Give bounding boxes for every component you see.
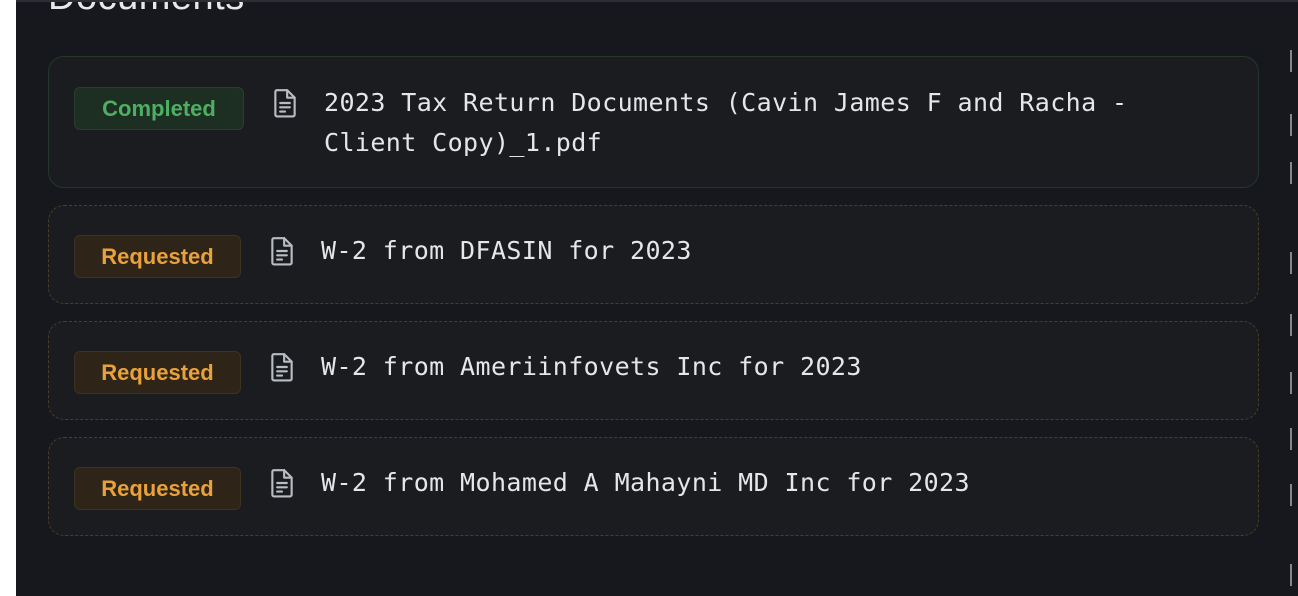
file-text-icon [271, 237, 293, 266]
documents-panel: Documents Completed 2023 Tax Return Docu… [16, 0, 1298, 596]
clipped-text-fragment [1290, 564, 1298, 586]
clipped-text-fragment [1290, 50, 1298, 72]
document-title[interactable]: W-2 from DFASIN for 2023 [321, 231, 692, 271]
section-title: Documents [48, 2, 245, 19]
document-title[interactable]: W-2 from Ameriinfovets Inc for 2023 [321, 347, 862, 387]
status-badge-requested: Requested [74, 351, 241, 394]
file-text-icon [271, 469, 293, 498]
document-card-requested[interactable]: Requested W-2 from DFASIN for 2023 [48, 205, 1259, 304]
status-badge-completed: Completed [74, 87, 244, 130]
clipped-text-fragment [1290, 372, 1298, 394]
document-card-requested[interactable]: Requested W-2 from Mohamed A Mahayni MD … [48, 437, 1259, 536]
document-list: Completed 2023 Tax Return Documents (Cav… [48, 56, 1259, 553]
clipped-text-fragment [1290, 162, 1298, 184]
clipped-text-fragment [1290, 114, 1298, 136]
document-card-requested[interactable]: Requested W-2 from Ameriinfovets Inc for… [48, 321, 1259, 420]
file-text-icon [271, 353, 293, 382]
clipped-text-fragment [1290, 484, 1298, 506]
document-title[interactable]: 2023 Tax Return Documents (Cavin James F… [324, 83, 1224, 163]
document-card-completed[interactable]: Completed 2023 Tax Return Documents (Cav… [48, 56, 1259, 188]
status-badge-requested: Requested [74, 235, 241, 278]
clipped-text-fragment [1290, 428, 1298, 450]
clipped-text-fragment [1290, 252, 1298, 274]
status-badge-requested: Requested [74, 467, 241, 510]
document-title[interactable]: W-2 from Mohamed A Mahayni MD Inc for 20… [321, 463, 970, 503]
file-text-icon [274, 89, 296, 118]
clipped-text-fragment [1290, 314, 1298, 336]
adjacent-panel-edge [1286, 2, 1298, 596]
